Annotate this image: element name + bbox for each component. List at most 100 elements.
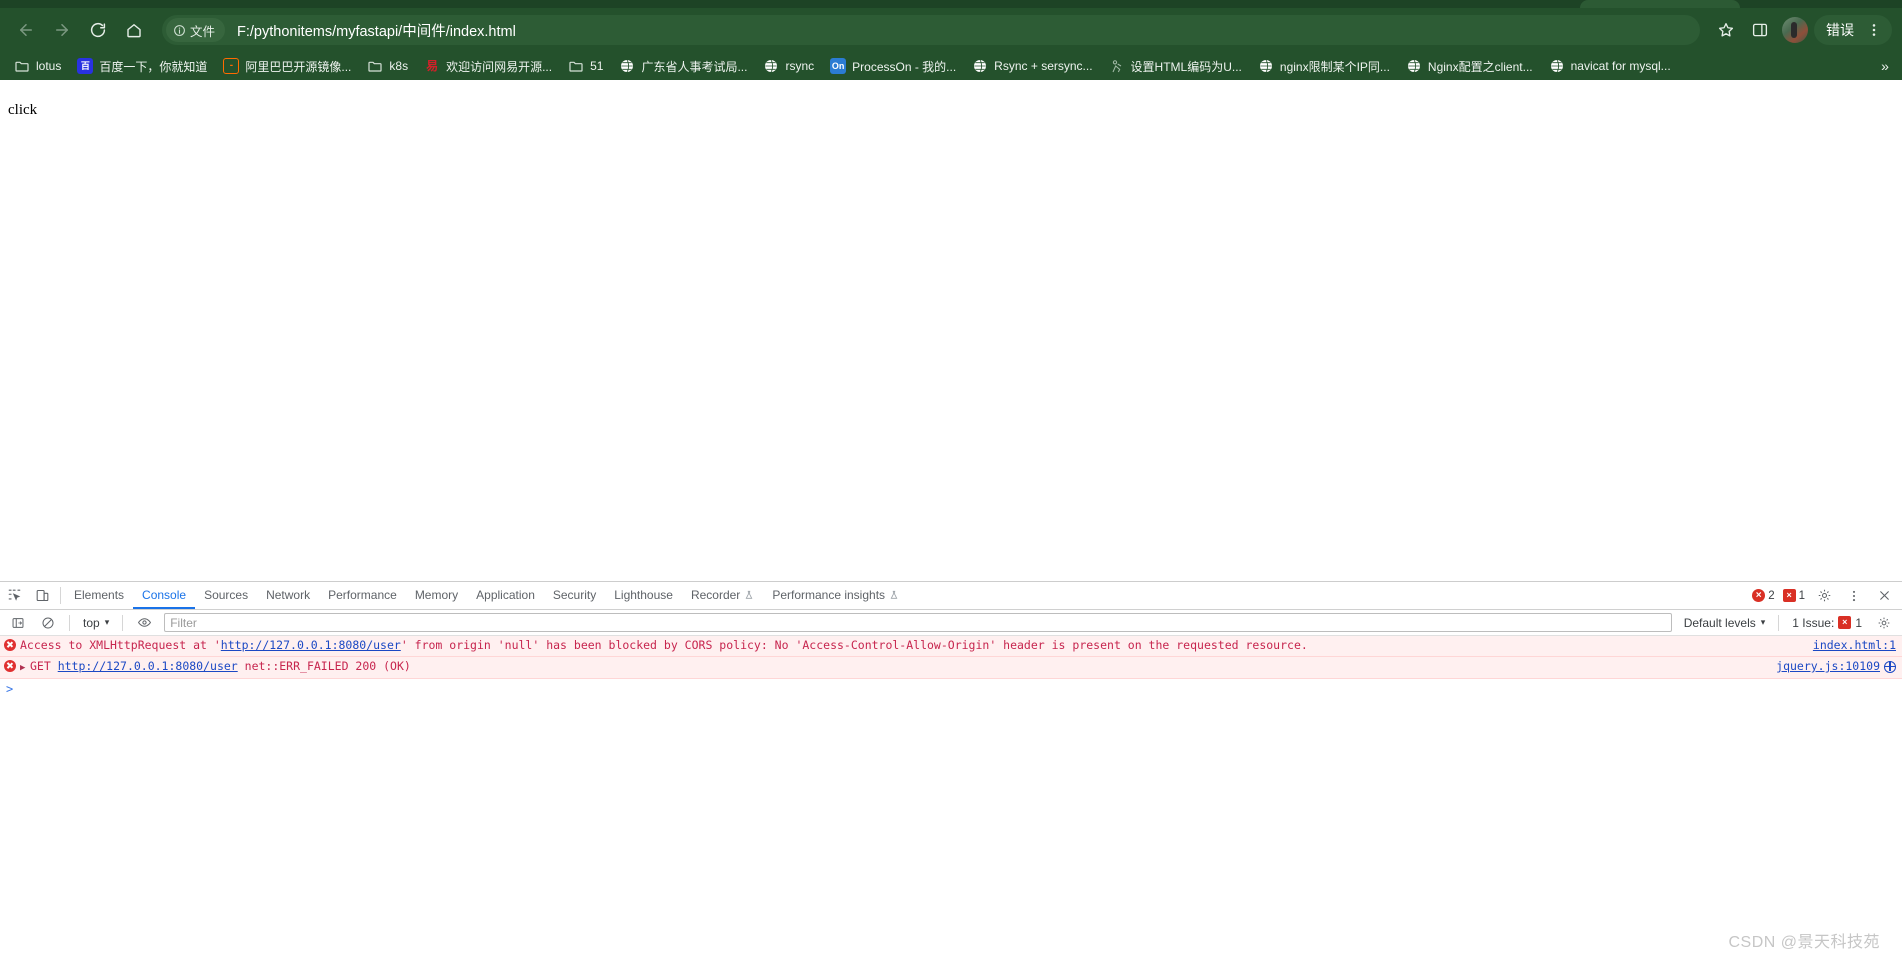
console-levels-select[interactable]: Default levels ▾ [1678, 616, 1772, 630]
issues-counter[interactable]: 1 Issue: × 1 [1786, 616, 1868, 630]
console-settings-button[interactable] [1870, 616, 1898, 630]
message-source-wrap: index.html:1 [1803, 638, 1902, 653]
tab-memory[interactable]: Memory [406, 582, 467, 609]
profile-avatar[interactable] [1782, 17, 1808, 43]
bookmark-lotus[interactable]: lotus [6, 55, 69, 77]
error-icon [4, 639, 16, 651]
inspect-element-button[interactable] [0, 582, 28, 609]
tab-performance-insights[interactable]: Performance insights [763, 582, 908, 609]
tab-performance[interactable]: Performance [319, 582, 406, 609]
devtools-settings-button[interactable] [1810, 588, 1838, 603]
bookmark-rsync[interactable]: rsync [755, 55, 822, 77]
netease-icon: 易 [426, 59, 439, 73]
tab-label: Elements [74, 587, 125, 602]
clear-console-button[interactable] [34, 616, 62, 630]
tab-recorder[interactable]: Recorder [682, 582, 763, 609]
bookmark-51[interactable]: 51 [560, 55, 611, 77]
bookmark-processon[interactable]: On ProcessOn - 我的... [822, 55, 964, 77]
bookmark-label: Nginx配置之client... [1427, 59, 1533, 74]
bookmark-html-encoding[interactable]: 设置HTML编码为U... [1101, 55, 1250, 77]
bookmark-star-button[interactable] [1710, 14, 1742, 46]
device-toolbar-button[interactable] [28, 582, 56, 609]
tab-lighthouse[interactable]: Lighthouse [605, 582, 682, 609]
bookmark-label: 设置HTML编码为U... [1130, 59, 1242, 74]
kebab-menu-icon [1872, 24, 1876, 36]
console-toolbar: top ▾ Default levels ▾ 1 Issue: × 1 [0, 610, 1902, 636]
toolbar-separator [1778, 614, 1780, 631]
source-location-link[interactable]: index.html:1 [1813, 638, 1896, 653]
chrome-menu-button[interactable] [1858, 14, 1890, 46]
tab-label: Console [142, 587, 187, 602]
address-bar[interactable]: 文件 F:/pythonitems/myfastapi/中间件/index.ht… [162, 15, 1700, 45]
reload-button[interactable] [82, 14, 114, 46]
warning-count-badge[interactable]: × 1 [1780, 589, 1808, 602]
execution-context-select[interactable]: top ▾ [77, 613, 115, 633]
bookmark-navicat-mysql[interactable]: navicat for mysql... [1541, 55, 1679, 77]
forward-button[interactable] [46, 14, 78, 46]
site-info-chip[interactable]: 文件 [166, 18, 226, 42]
tab-console[interactable]: Console [133, 582, 196, 609]
bookmark-label: Rsync + sersync... [994, 59, 1093, 73]
console-filter-input[interactable] [164, 613, 1672, 632]
expand-arrow-icon[interactable]: ▶ [20, 661, 30, 676]
bookmarks-overflow-button[interactable]: » [1874, 55, 1896, 77]
folder-icon [569, 61, 583, 72]
globe-icon [1550, 59, 1563, 73]
devtools-tabbar: Elements Console Sources Network Perform… [0, 582, 1902, 610]
error-chip-label: 错误 [1826, 22, 1854, 38]
chevron-down-icon: ▾ [104, 617, 110, 627]
network-globe-icon[interactable] [1884, 660, 1896, 673]
issue-square-icon: × [1782, 589, 1796, 602]
bookmarks-bar: lotus 百 百度一下，你就知道 - 阿里巴巴开源镜像... k8s 易 欢迎… [0, 52, 1902, 80]
console-sidebar-button[interactable] [4, 616, 32, 630]
tab-network[interactable]: Network [257, 582, 319, 609]
bookmark-label: navicat for mysql... [1570, 59, 1671, 73]
tab-security[interactable]: Security [544, 582, 605, 609]
console-message-row[interactable]: ▶ GET http://127.0.0.1:8080/user net::ERR… [0, 657, 1902, 679]
tab-application[interactable]: Application [467, 582, 544, 609]
bookmark-nginx-client-config[interactable]: Nginx配置之client... [1398, 55, 1541, 77]
message-level-icon-wrap [0, 659, 20, 672]
page-click-text: click [8, 102, 38, 118]
source-location-link[interactable]: jquery.js:10109 [1776, 659, 1880, 674]
console-prompt[interactable]: > [0, 679, 1902, 699]
side-panel-icon [1752, 23, 1768, 37]
console-message-list: Access to XMLHttpRequest at 'http://127.… [0, 636, 1902, 968]
active-tab[interactable] [1580, 0, 1740, 8]
message-level-icon-wrap [0, 638, 20, 651]
live-expression-button[interactable] [130, 615, 158, 630]
forward-arrow-icon [56, 24, 68, 36]
back-button[interactable] [10, 14, 42, 46]
gear-icon [1878, 617, 1890, 628]
bookmark-rsync-sersync[interactable]: Rsync + sersync... [964, 55, 1100, 77]
devtools-close-button[interactable] [1870, 589, 1898, 602]
tab-sources[interactable]: Sources [195, 582, 257, 609]
bookmark-netease[interactable]: 易 欢迎访问网易开源... [416, 55, 560, 77]
tab-label: Sources [204, 587, 249, 602]
bookmark-label: ProcessOn - 我的... [852, 59, 957, 74]
error-count-badge[interactable]: × 2 [1749, 589, 1777, 602]
bookmark-baidu[interactable]: 百 百度一下，你就知道 [69, 55, 215, 77]
clear-console-icon [42, 616, 54, 629]
aliyun-icon: - [223, 58, 240, 74]
globe-icon [621, 59, 634, 73]
bookmark-label: 百度一下，你就知道 [99, 59, 208, 74]
bookmark-aliyun[interactable]: - 阿里巴巴开源镜像... [215, 55, 359, 77]
message-part: GET [30, 659, 58, 673]
bookmark-k8s[interactable]: k8s [359, 55, 416, 77]
issues-count: 1 [1855, 615, 1862, 630]
console-message-row[interactable]: Access to XMLHttpRequest at 'http://127.… [0, 636, 1902, 657]
home-button[interactable] [118, 14, 150, 46]
devtools-more-button[interactable] [1840, 589, 1868, 603]
request-url-link[interactable]: http://127.0.0.1:8080/user [221, 638, 401, 652]
bookmark-nginx-limit-ip[interactable]: nginx限制某个IP同... [1250, 55, 1398, 77]
tab-elements[interactable]: Elements [65, 582, 133, 609]
error-chip[interactable]: 错误 [1814, 15, 1892, 45]
console-message-text: Access to XMLHttpRequest at 'http://127.… [20, 638, 1803, 653]
baidu-icon: 百 [77, 58, 94, 74]
bookmark-guangdong-exam[interactable]: 广东省人事考试局... [611, 55, 755, 77]
side-panel-button[interactable] [1744, 14, 1776, 46]
tab-label: Recorder [690, 587, 741, 602]
request-url-link[interactable]: http://127.0.0.1:8080/user [58, 659, 238, 673]
flask-icon [745, 590, 753, 599]
